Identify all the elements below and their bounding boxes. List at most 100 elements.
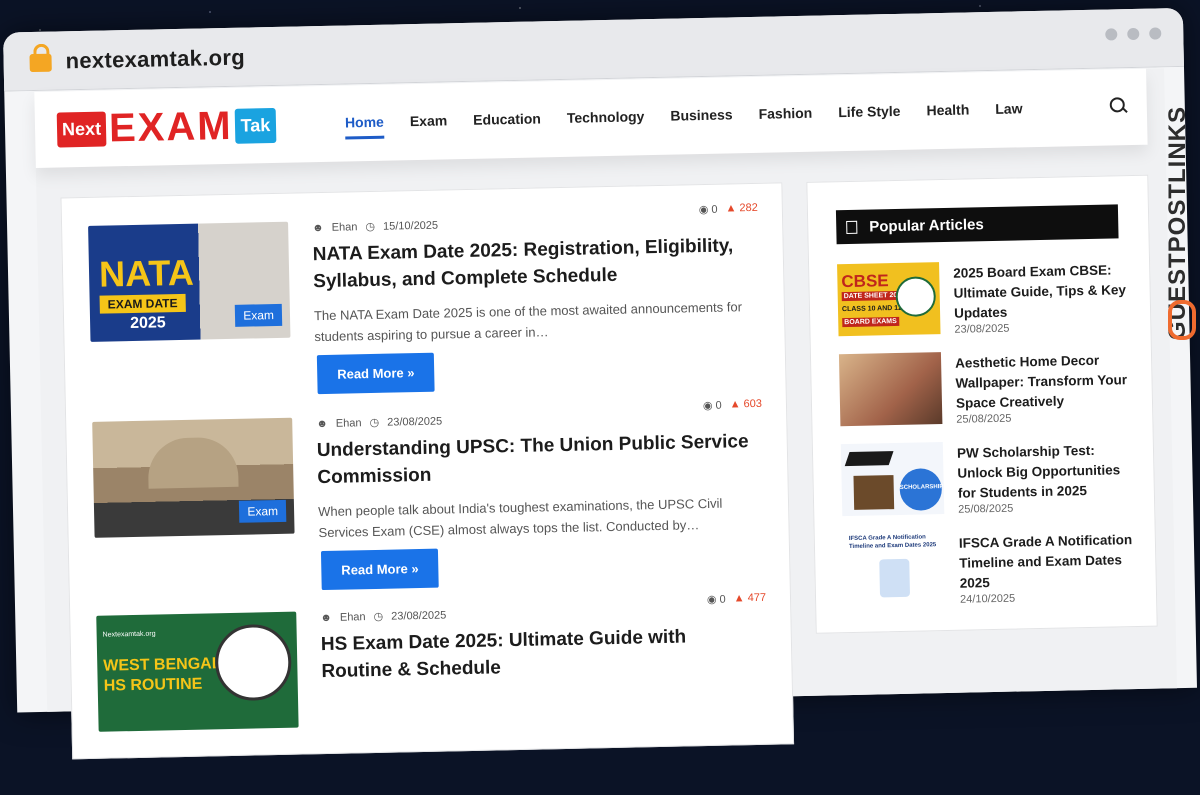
post-excerpt: The NATA Exam Date 2025 is one of the mo… — [313, 299, 743, 345]
post-author[interactable]: Ehan — [340, 611, 366, 624]
sidebar: Popular Articles CBSE DATE SHEET 2025 CL… — [806, 174, 1158, 634]
thumb-line: Timeline and Exam Dates 2025 — [848, 542, 937, 551]
thumb-site: Nextexamtak.org — [102, 630, 156, 639]
post-author[interactable]: Ehan — [332, 221, 358, 234]
view-count: 477 — [747, 591, 767, 605]
post-title[interactable]: Understanding UPSC: The Union Public Ser… — [317, 428, 758, 491]
sidebar-thumbnail[interactable] — [838, 352, 943, 427]
post-stats: ◉ 0 ▲ 282 — [699, 202, 758, 216]
nav-health[interactable]: Health — [926, 101, 969, 127]
nav-exam[interactable]: Exam — [410, 112, 448, 138]
sidebar-item-date: 25/08/2025 — [958, 502, 1014, 516]
books-icon — [853, 475, 895, 510]
nav-education[interactable]: Education — [473, 110, 541, 136]
category-badge[interactable]: Exam — [235, 303, 283, 327]
post-excerpt: When people talk about India's toughest … — [317, 495, 723, 541]
post-stats: ◉ 0 ▲ 603 — [703, 398, 762, 412]
nav-technology[interactable]: Technology — [567, 108, 645, 135]
nav-home[interactable]: Home — [344, 113, 385, 140]
thumb-headline: WEST BENGAL — [103, 655, 222, 675]
document-icon — [846, 220, 858, 234]
user-icon: ☻ — [312, 221, 324, 234]
window-controls — [1095, 26, 1162, 45]
post-author[interactable]: Ehan — [336, 417, 362, 430]
cbse-seal-icon — [895, 276, 937, 317]
widget-title: Popular Articles — [869, 215, 984, 236]
thumb-headline: CBSE — [841, 271, 889, 292]
read-more-button[interactable]: Read More » — [316, 352, 435, 395]
sidebar-item-title[interactable]: 2025 Board Exam CBSE: Ultimate Guide, Ti… — [953, 260, 1130, 324]
sidebar-item[interactable]: IFSCA Grade A Notification Timeline and … — [842, 528, 1145, 612]
user-icon: ☻ — [316, 417, 328, 430]
view-count: 603 — [743, 397, 763, 411]
read-more-button[interactable]: Read More » — [320, 548, 440, 591]
thumb-headline: NATA — [98, 251, 195, 295]
lock-icon — [29, 53, 52, 73]
post-date: 15/10/2025 — [382, 219, 439, 233]
post-card: Exam ☻ Ehan ◷ 23/08/2025 ◉ 0 ▲ 603 Underst… — [92, 396, 776, 600]
grad-cap-icon — [844, 451, 894, 467]
sidebar-thumbnail[interactable]: CBSE DATE SHEET 2025 CLASS 10 AND 12 BOA… — [837, 262, 941, 337]
post-thumbnail[interactable]: NATA EXAM DATE 2025 Exam — [88, 221, 291, 342]
widget-header: Popular Articles — [835, 204, 1119, 245]
thumb-sub: EXAM DATE — [99, 293, 186, 314]
person-illustration-icon — [879, 558, 911, 598]
post-meta: ☻ Ehan ◷ 23/08/2025 — [316, 415, 442, 431]
post-list: NATA EXAM DATE 2025 Exam ☻ Ehan ◷ 15/10/20… — [60, 182, 795, 760]
link-icon — [1168, 300, 1196, 340]
post-card: NATA EXAM DATE 2025 Exam ☻ Ehan ◷ 15/10/20… — [88, 200, 772, 404]
post-meta: ☻ Ehan ◷ 23/08/2025 — [320, 608, 446, 624]
logo-exam: EXAM — [108, 103, 234, 151]
post-card: Nextexamtak.org WEST BENGAL HS ROUTINE ☻… — [96, 590, 780, 794]
web-page: Next EXAM Tak Home Exam Education Techno… — [34, 68, 1177, 760]
thumb-line: CLASS 10 AND 12 — [841, 304, 903, 314]
post-title[interactable]: HS Exam Date 2025: Ultimate Guide with R… — [321, 622, 762, 685]
user-icon: ☻ — [320, 611, 333, 624]
thumb-line: BOARD EXAMS — [842, 316, 899, 328]
thumb-line: IFSCA Grade A Notification — [848, 534, 926, 543]
building-shape — [147, 436, 239, 489]
window-dot-icon[interactable] — [1105, 28, 1118, 41]
nav-fashion[interactable]: Fashion — [758, 105, 812, 131]
fire-icon: ▲ — [725, 202, 737, 215]
clock-icon: ◷ — [369, 416, 380, 430]
nav-lifestyle[interactable]: Life Style — [838, 103, 901, 129]
comment-count: 0 — [715, 399, 722, 412]
url-text[interactable]: nextexamtak.org — [65, 45, 245, 75]
sidebar-item[interactable]: Aesthetic Home Decor Wallpaper: Transfor… — [838, 348, 1141, 432]
post-stats: ◉ 0 ▲ 477 — [707, 592, 766, 606]
sidebar-item-title[interactable]: Aesthetic Home Decor Wallpaper: Transfor… — [955, 350, 1132, 414]
comment-count: 0 — [711, 203, 718, 216]
category-badge[interactable]: Exam — [239, 499, 287, 523]
thumb-sub: HS ROUTINE — [103, 675, 203, 695]
logo-tak: Tak — [234, 107, 277, 144]
sidebar-item-date: 24/10/2025 — [959, 592, 1016, 606]
fire-icon: ▲ — [733, 592, 745, 605]
seal-icon — [214, 623, 293, 702]
sidebar-thumbnail[interactable]: IFSCA Grade A Notification Timeline and … — [842, 532, 947, 607]
sidebar-item-title[interactable]: IFSCA Grade A Notification Timeline and … — [959, 530, 1136, 594]
comment-count: 0 — [719, 593, 726, 606]
browser-window: nextexamtak.org Next EXAM Tak Home Exam … — [3, 7, 1197, 760]
site-logo[interactable]: Next EXAM Tak — [56, 103, 277, 151]
post-date: 23/08/2025 — [391, 608, 447, 623]
clock-icon: ◷ — [365, 220, 376, 234]
sidebar-item[interactable]: CBSE DATE SHEET 2025 CLASS 10 AND 12 BOA… — [837, 258, 1139, 342]
post-thumbnail[interactable]: Exam — [92, 417, 295, 538]
window-dot-icon[interactable] — [1127, 27, 1140, 41]
sidebar-thumbnail[interactable]: SCHOLARSHIP — [840, 442, 945, 517]
sidebar-item-title[interactable]: PW Scholarship Test: Unlock Big Opportun… — [957, 440, 1134, 504]
fire-icon: ▲ — [729, 398, 741, 411]
nav-business[interactable]: Business — [670, 106, 733, 132]
comment-icon: ◉ — [702, 399, 713, 413]
post-thumbnail[interactable]: Nextexamtak.org WEST BENGAL HS ROUTINE — [96, 611, 299, 732]
window-dot-icon[interactable] — [1149, 27, 1162, 40]
logo-next: Next — [56, 111, 107, 148]
badge-text: SCHOLARSHIP — [899, 484, 944, 491]
view-count: 282 — [739, 201, 758, 215]
sidebar-item[interactable]: SCHOLARSHIP PW Scholarship Test: Unlock … — [840, 438, 1143, 522]
search-icon[interactable] — [1109, 97, 1125, 113]
post-title[interactable]: NATA Exam Date 2025: Registration, Eligi… — [312, 232, 753, 295]
post-date: 23/08/2025 — [387, 415, 443, 429]
nav-law[interactable]: Law — [995, 100, 1023, 126]
